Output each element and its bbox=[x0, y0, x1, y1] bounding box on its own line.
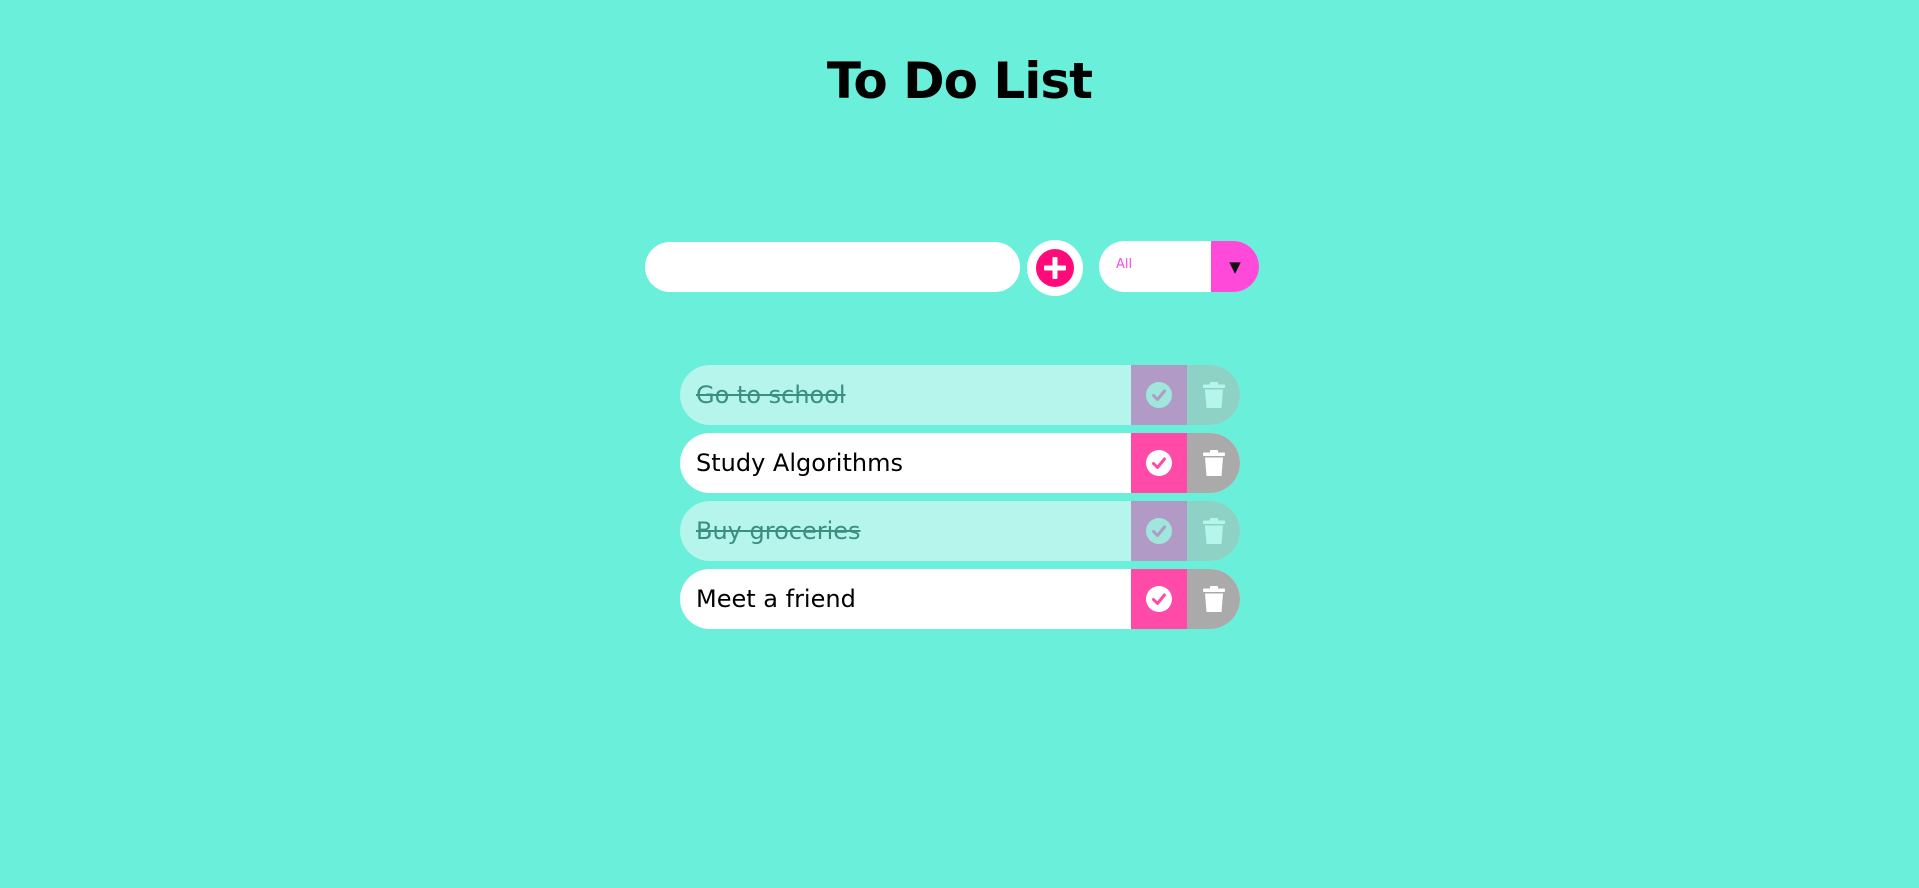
delete-button[interactable] bbox=[1187, 569, 1240, 629]
delete-button[interactable] bbox=[1187, 501, 1240, 561]
complete-button[interactable] bbox=[1131, 569, 1187, 629]
todo-item: Meet a friend bbox=[680, 569, 1240, 629]
delete-button[interactable] bbox=[1187, 433, 1240, 493]
check-circle-icon bbox=[1146, 450, 1172, 476]
todo-input[interactable] bbox=[645, 242, 1020, 292]
todo-text: Meet a friend bbox=[696, 585, 856, 613]
filter-dropdown-toggle[interactable]: ▼ bbox=[1211, 241, 1259, 292]
todo-item: Go to school bbox=[680, 365, 1240, 425]
complete-button[interactable] bbox=[1131, 365, 1187, 425]
plus-circle-icon bbox=[1036, 249, 1074, 287]
todo-list: Go to school Study Algorithms Buy grocer… bbox=[680, 365, 1240, 637]
chevron-down-icon: ▼ bbox=[1229, 258, 1241, 276]
delete-button[interactable] bbox=[1187, 365, 1240, 425]
trash-icon bbox=[1202, 518, 1225, 544]
filter-selected-value: All bbox=[1116, 257, 1133, 272]
add-todo-button[interactable] bbox=[1027, 240, 1083, 296]
todo-text: Buy groceries bbox=[696, 517, 861, 545]
todo-text: Study Algorithms bbox=[696, 449, 903, 477]
todo-text: Go to school bbox=[696, 381, 846, 409]
todo-form: All ▼ bbox=[645, 240, 1260, 296]
check-circle-icon bbox=[1146, 586, 1172, 612]
trash-icon bbox=[1202, 382, 1225, 408]
trash-icon bbox=[1202, 450, 1225, 476]
check-circle-icon bbox=[1146, 382, 1172, 408]
check-circle-icon bbox=[1146, 518, 1172, 544]
complete-button[interactable] bbox=[1131, 501, 1187, 561]
todo-item: Buy groceries bbox=[680, 501, 1240, 561]
filter-select[interactable]: All ▼ bbox=[1099, 241, 1259, 292]
page-title: To Do List bbox=[826, 52, 1093, 110]
todo-item: Study Algorithms bbox=[680, 433, 1240, 493]
trash-icon bbox=[1202, 586, 1225, 612]
complete-button[interactable] bbox=[1131, 433, 1187, 493]
